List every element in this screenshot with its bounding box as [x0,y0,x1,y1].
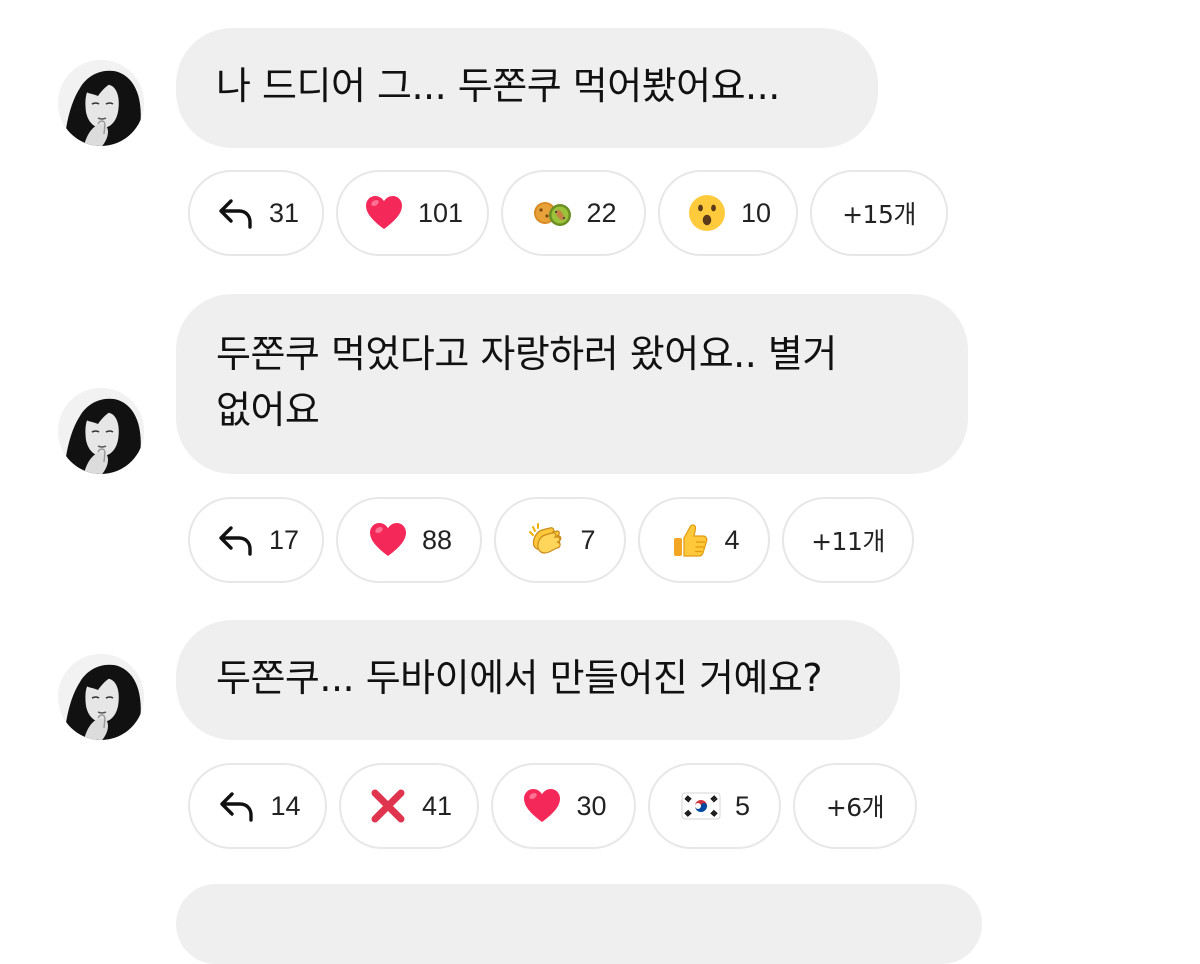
reaction-count: 10 [740,197,772,228]
reply-arrow-icon [213,518,257,562]
comment-bubble-partial [176,884,982,964]
reply-button[interactable]: 14 [188,763,327,849]
reaction-heart[interactable]: 30 [491,763,636,849]
reaction-korea-flag[interactable]: 5 [648,763,781,849]
reaction-bar: 14 41 30 5 +6개 [188,763,917,849]
red-x-icon [366,784,410,828]
comment-text-line: 두쫀쿠 먹었다고 자랑하러 왔어요.. 별거 [216,332,837,376]
user-avatar[interactable] [58,388,144,474]
reaction-cross[interactable]: 41 [339,763,479,849]
clapping-hands-icon [524,518,568,562]
korea-flag-icon [679,784,723,828]
reaction-thumbs-up[interactable]: 4 [638,497,770,583]
reply-count: 14 [270,790,301,821]
red-heart-icon [520,784,564,828]
reaction-clap[interactable]: 7 [494,497,626,583]
red-heart-icon [362,191,406,235]
reaction-count: 30 [576,790,607,821]
surprised-face-icon [685,191,729,235]
more-reactions-button[interactable]: +15개 [810,170,948,256]
reply-count: 31 [268,197,300,228]
more-reactions-button[interactable]: +6개 [793,763,917,849]
comment-text-line: 없어요 [216,388,320,432]
reply-arrow-icon [214,784,258,828]
reply-count: 17 [268,524,300,555]
cookies-icon [530,191,574,235]
reaction-count: 4 [724,524,740,555]
reaction-heart[interactable]: 101 [336,170,489,256]
reaction-count: 101 [417,197,464,228]
reaction-surprised[interactable]: 10 [658,170,798,256]
reply-arrow-icon [213,191,257,235]
red-heart-icon [366,518,410,562]
more-reactions-button[interactable]: +11개 [782,497,914,583]
reaction-count: 5 [734,790,751,821]
thumbs-up-icon [668,518,712,562]
reply-button[interactable]: 17 [188,497,324,583]
user-avatar[interactable] [58,60,144,146]
reaction-count: 88 [421,524,453,555]
reaction-heart[interactable]: 88 [336,497,482,583]
reaction-count: 22 [586,197,617,228]
reaction-bar: 17 88 7 4 +11개 [188,497,914,583]
more-reactions-label: +11개 [811,527,885,556]
comment-bubble: 나 드디어 그... 두쫀쿠 먹어봤어요... [176,28,878,148]
more-reactions-label: +15개 [842,200,916,229]
comment-bubble: 두쫀쿠... 두바이에서 만들어진 거예요? [176,620,900,740]
comment-bubble: 두쫀쿠 먹었다고 자랑하러 왔어요.. 별거 없어요 [176,294,968,474]
comment-text: 두쫀쿠... 두바이에서 만들어진 거예요? [216,656,823,700]
comment-text: 나 드디어 그... 두쫀쿠 먹어봤어요... [216,64,780,108]
reaction-cookies[interactable]: 22 [501,170,646,256]
reaction-bar: 31 101 22 10 +15개 [188,170,948,256]
reaction-count: 7 [580,524,596,555]
reaction-count: 41 [421,790,453,821]
reply-button[interactable]: 31 [188,170,324,256]
more-reactions-label: +6개 [825,793,885,822]
user-avatar[interactable] [58,654,144,740]
